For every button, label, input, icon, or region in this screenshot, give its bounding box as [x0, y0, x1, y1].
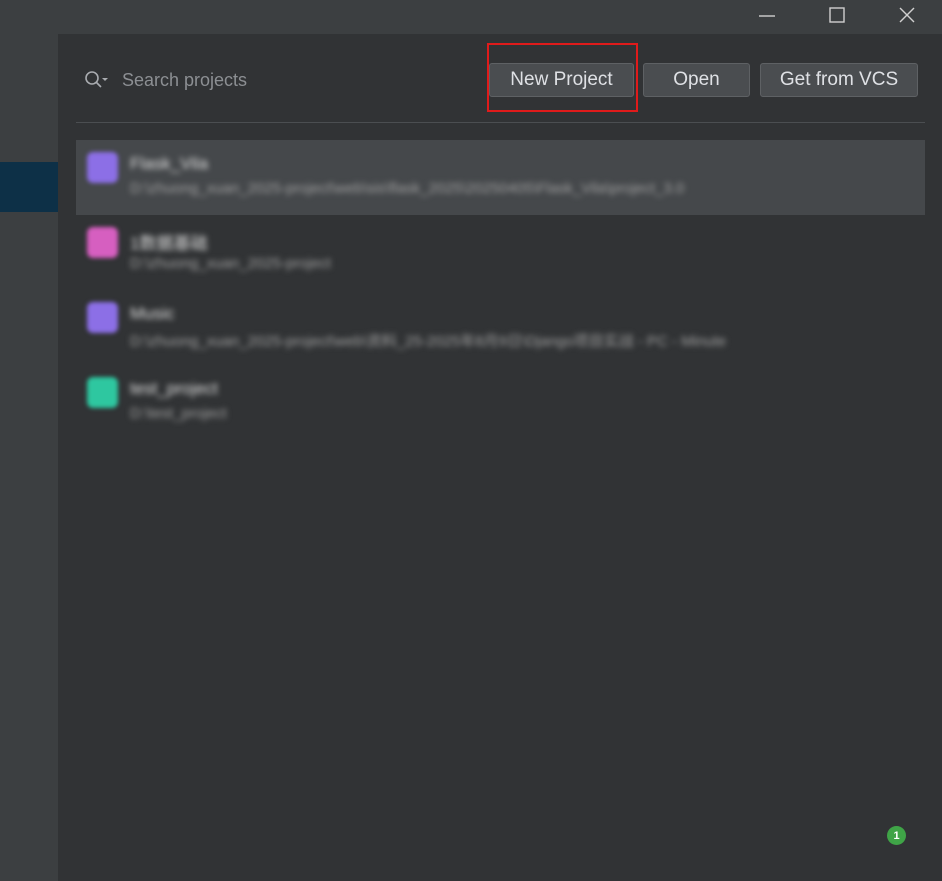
get-from-vcs-button[interactable]: Get from VCS: [760, 63, 918, 97]
close-button[interactable]: [884, 0, 930, 30]
project-icon: [87, 152, 118, 183]
search-input[interactable]: [120, 68, 444, 92]
open-button[interactable]: Open: [643, 63, 750, 97]
project-path: D:\test_project: [130, 405, 227, 422]
maximize-icon: [829, 7, 845, 23]
app-window: New Project Open Get from VCS Flask_Vila…: [0, 0, 942, 881]
new-project-button[interactable]: New Project: [489, 63, 634, 97]
project-path: D:\zhuong_xuan_2025-project: [130, 255, 331, 272]
project-name: Flask_Vila: [130, 154, 209, 173]
project-path: D:\zhuong_xuan_2025-project\web\资料_25-20…: [130, 333, 727, 350]
list-item[interactable]: Music D:\zhuong_xuan_2025-project\web\资料…: [76, 290, 925, 365]
project-icon: [87, 302, 118, 333]
project-name: Music: [130, 304, 175, 323]
list-item[interactable]: 1数据基础 D:\zhuong_xuan_2025-project: [76, 215, 925, 290]
project-name: 1数据基础: [130, 234, 208, 253]
divider: [76, 122, 925, 123]
notification-badge[interactable]: 1: [887, 826, 906, 845]
maximize-button[interactable]: [814, 0, 860, 30]
sidebar-item-projects[interactable]: [0, 162, 58, 212]
project-icon: [87, 227, 118, 258]
search-bar[interactable]: [84, 64, 464, 96]
search-icon[interactable]: [84, 69, 112, 91]
list-item[interactable]: Flask_Vila D:\zhuong_xuan_2025-project\w…: [76, 140, 925, 215]
list-item[interactable]: test_project D:\test_project: [76, 365, 925, 440]
title-bar: [0, 0, 942, 34]
close-icon: [899, 7, 915, 23]
project-icon: [87, 377, 118, 408]
minimize-button[interactable]: [744, 0, 790, 30]
welcome-panel: New Project Open Get from VCS Flask_Vila…: [58, 34, 942, 881]
recent-projects-list: Flask_Vila D:\zhuong_xuan_2025-project\w…: [76, 140, 925, 440]
project-name: test_project: [130, 379, 218, 398]
project-path: D:\zhuong_xuan_2025-project\web\sis\flas…: [130, 180, 685, 197]
minimize-icon: [759, 15, 775, 17]
